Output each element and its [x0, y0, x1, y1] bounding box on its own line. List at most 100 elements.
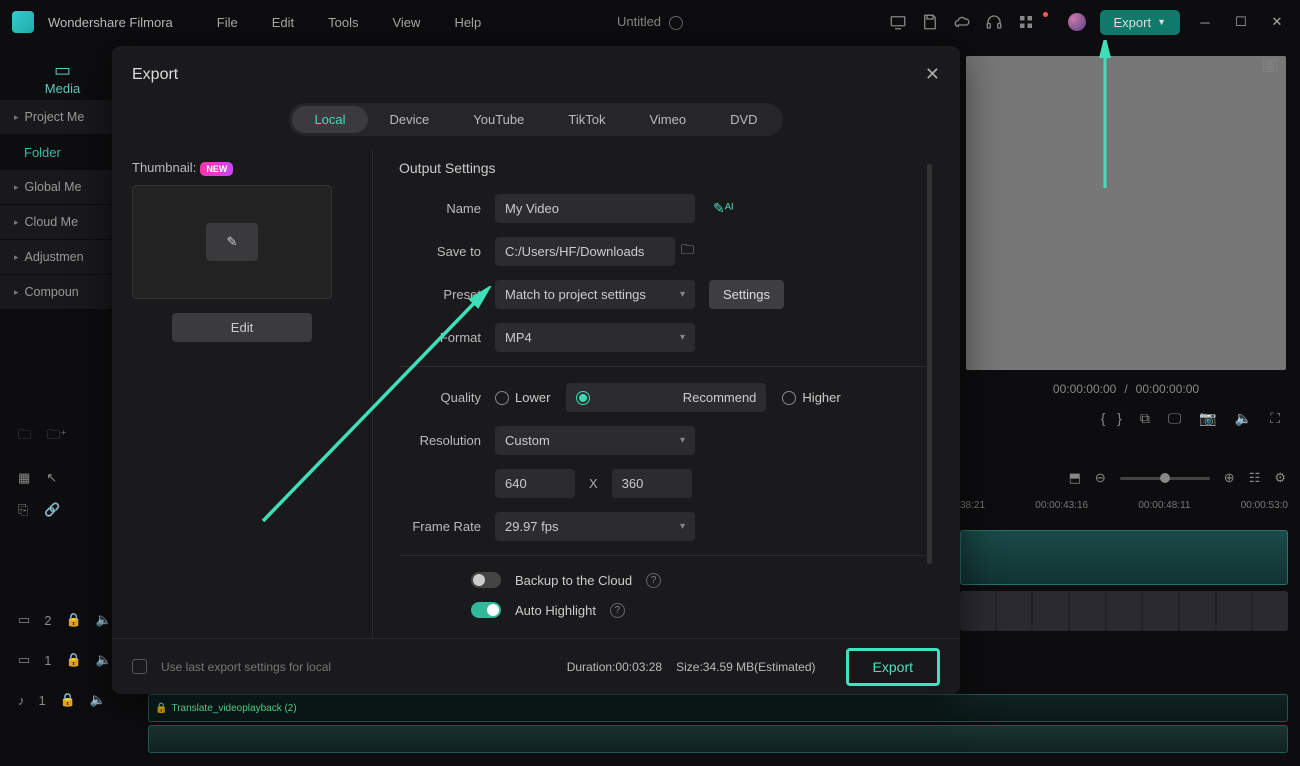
layout-icon[interactable]: ☷ — [1249, 470, 1261, 486]
sidebar-item-cloud[interactable]: ▸Cloud Me — [0, 205, 125, 239]
modal-title: Export — [132, 66, 178, 84]
close-icon[interactable]: ✕ — [1266, 14, 1288, 30]
fullscreen-icon[interactable]: ⛶ — [1270, 410, 1280, 427]
tab-tiktok[interactable]: TikTok — [546, 106, 627, 133]
minimize-icon[interactable]: ─ — [1194, 15, 1216, 30]
thumbnail-label: Thumbnail: — [132, 160, 196, 175]
preview-viewport[interactable] — [966, 56, 1286, 370]
auto-highlight-toggle[interactable] — [471, 602, 501, 618]
folder-add-icon[interactable]: 🗀 — [18, 426, 31, 448]
lock-icon[interactable]: 🔒 — [66, 652, 82, 668]
folder-new-icon[interactable]: 🗀⁺ — [47, 426, 67, 448]
mute-icon[interactable]: 🔈 — [90, 692, 106, 708]
preview-panel: 00:00:00:00/00:00:00:00 { } ⧉ 🖵 📷 🔈 ⛶ — [966, 56, 1286, 427]
new-badge: NEW — [200, 162, 233, 176]
menu-file[interactable]: File — [207, 15, 248, 30]
lock-icon[interactable]: 🔒 — [60, 692, 76, 708]
bracket-icon[interactable]: { } — [1101, 410, 1122, 427]
timeline-ruler[interactable]: 38:2100:00:43:1600:00:48:1100:00:53:0 — [960, 500, 1288, 511]
menu-tools[interactable]: Tools — [318, 15, 368, 30]
scrollbar[interactable] — [927, 164, 932, 564]
headphone-icon[interactable] — [985, 13, 1003, 31]
audio-clip[interactable]: 🔒Translate_videoplayback (2) — [148, 694, 1288, 722]
tab-local[interactable]: Local — [292, 106, 367, 133]
menu-view[interactable]: View — [382, 15, 430, 30]
mute-icon[interactable]: 🔈 — [96, 652, 112, 668]
app-logo — [12, 11, 34, 33]
use-last-checkbox[interactable] — [132, 659, 147, 674]
quality-recommend[interactable]: Recommend — [566, 383, 766, 412]
snapshot-icon[interactable]: 📷 — [1199, 410, 1216, 427]
sidebar-folder[interactable]: Folder — [0, 135, 125, 170]
menu-edit[interactable]: Edit — [262, 15, 304, 30]
quality-higher[interactable]: Higher — [782, 390, 840, 405]
left-tools: 🗀 🗀⁺ — [0, 418, 105, 456]
saveto-field[interactable]: C:/Users/HF/Downloads — [495, 237, 675, 266]
zoom-out-icon[interactable]: ⊖ — [1095, 470, 1106, 486]
settings-small-icon[interactable]: ⚙ — [1274, 470, 1286, 486]
tab-media[interactable]: ▭ Media — [0, 52, 125, 100]
copy-icon[interactable]: ⎘ — [18, 502, 28, 518]
tab-dvd[interactable]: DVD — [708, 106, 779, 133]
backup-toggle[interactable] — [471, 572, 501, 588]
format-label: Format — [399, 330, 495, 345]
sidebar-item-global[interactable]: ▸Global Me — [0, 170, 125, 204]
format-select[interactable]: MP4▾ — [495, 323, 695, 352]
preset-select[interactable]: Match to project settings▾ — [495, 280, 695, 309]
width-input[interactable] — [495, 469, 575, 498]
tab-youtube[interactable]: YouTube — [451, 106, 546, 133]
folder-icon[interactable]: 🗀 — [681, 241, 694, 263]
framerate-select[interactable]: 29.97 fps▾ — [495, 512, 695, 541]
apps-icon[interactable] — [1017, 13, 1035, 31]
volume-icon[interactable]: 🔈 — [1235, 410, 1252, 427]
export-modal: Export ✕ Local Device YouTube TikTok Vim… — [112, 46, 960, 694]
display-icon[interactable]: 🖵 — [1168, 410, 1182, 427]
name-input[interactable] — [495, 194, 695, 223]
edit-button[interactable]: Edit — [172, 313, 312, 342]
avatar[interactable] — [1068, 13, 1086, 31]
export-tabs: Local Device YouTube TikTok Vimeo DVD — [289, 103, 782, 136]
link-icon[interactable]: 🔗 — [44, 502, 60, 518]
export-button[interactable]: Export▼ — [1100, 10, 1181, 35]
unsaved-indicator-icon — [669, 16, 683, 30]
marker-icon[interactable]: ⬒ — [1069, 470, 1081, 486]
help-icon[interactable]: ? — [610, 603, 625, 618]
lock-icon[interactable]: 🔒 — [66, 612, 82, 628]
apps-small-icon[interactable]: ▦ — [18, 470, 30, 486]
help-icon[interactable]: ? — [646, 573, 661, 588]
settings-button[interactable]: Settings — [709, 280, 784, 309]
tab-device[interactable]: Device — [368, 106, 452, 133]
sidebar-item-compound[interactable]: ▸Compoun — [0, 275, 125, 309]
timeline-tools: ▦ ↖ ⎘ 🔗 — [0, 462, 105, 526]
maximize-icon[interactable]: ☐ — [1230, 14, 1252, 30]
compare-icon[interactable]: ⧉ — [1140, 410, 1150, 427]
height-input[interactable] — [612, 469, 692, 498]
resolution-select[interactable]: Custom▾ — [495, 426, 695, 455]
notification-dot-icon — [1043, 12, 1048, 17]
quality-label: Quality — [399, 390, 495, 405]
screen-icon[interactable] — [889, 13, 907, 31]
video-thumbnails[interactable] — [960, 591, 1288, 631]
cursor-icon[interactable]: ↖ — [46, 470, 57, 486]
cloud-icon[interactable] — [953, 13, 971, 31]
save-icon[interactable] — [921, 13, 939, 31]
thumbnail-preview[interactable]: ✎ — [132, 185, 332, 299]
output-settings: Output Settings Name ✎ᴬᴵ Save to C:/User… — [372, 150, 940, 638]
zoom-slider[interactable] — [1120, 477, 1210, 480]
ai-edit-icon[interactable]: ✎ᴬᴵ — [713, 200, 733, 217]
media-icon: ▭ — [0, 60, 125, 81]
tab-vimeo[interactable]: Vimeo — [627, 106, 708, 133]
video-track-icon: ▭ — [18, 652, 30, 668]
mute-icon[interactable]: 🔈 — [96, 612, 112, 628]
close-icon[interactable]: ✕ — [925, 64, 940, 85]
quality-lower[interactable]: Lower — [495, 390, 550, 405]
timeline-clips[interactable] — [960, 530, 1288, 635]
menu-help[interactable]: Help — [444, 15, 491, 30]
audio-clip[interactable] — [148, 725, 1288, 753]
image-icon[interactable]: 🖼 — [1261, 58, 1278, 74]
sidebar-item-project[interactable]: ▸Project Me — [0, 100, 125, 134]
sidebar-item-adjustment[interactable]: ▸Adjustmen — [0, 240, 125, 274]
zoom-in-icon[interactable]: ⊕ — [1224, 470, 1235, 486]
video-clip[interactable] — [960, 530, 1288, 585]
export-confirm-button[interactable]: Export — [846, 648, 940, 686]
